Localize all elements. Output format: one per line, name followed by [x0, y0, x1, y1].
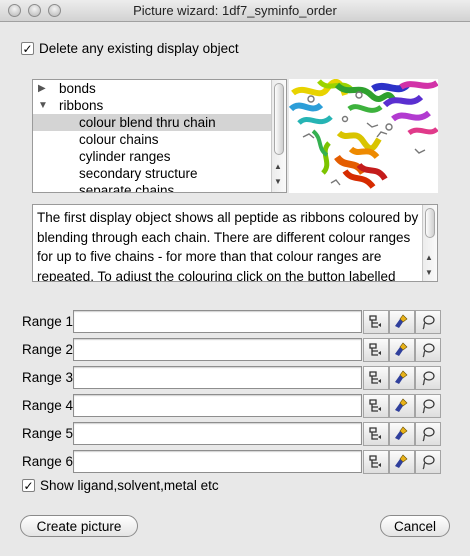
collapse-triangle-icon[interactable]: ▼ [38, 97, 48, 114]
show-ligand-row[interactable]: ✓ Show ligand,solvent,metal etc [22, 478, 219, 493]
range-label: Range 1 [22, 314, 74, 329]
scroll-up-icon[interactable]: ▲ [425, 253, 433, 262]
range-1-colour-button[interactable] [389, 310, 415, 334]
protein-ribbon-image [289, 79, 438, 189]
tree-item-colour-blend-thru-chain[interactable]: colour blend thru chain [33, 114, 272, 131]
show-ligand-label: Show ligand,solvent,metal etc [40, 478, 219, 493]
scroll-down-icon[interactable]: ▼ [274, 177, 282, 186]
range-2-selection-browser-button[interactable] [363, 338, 389, 362]
range-1-lasso-button[interactable] [415, 310, 441, 334]
description-scroll-thumb[interactable] [425, 208, 435, 238]
tree-scrollbar[interactable]: ▲ ▼ [271, 80, 286, 192]
paint-brush-icon [395, 342, 408, 356]
selection-browser-icon [369, 399, 381, 412]
range-label: Range 4 [22, 398, 74, 413]
tree-item-ribbons[interactable]: ▼ ribbons [33, 97, 272, 114]
tree-item-secondary-structure[interactable]: secondary structure [33, 165, 272, 182]
range-5-lasso-button[interactable] [415, 422, 441, 446]
paint-brush-icon [395, 426, 408, 440]
range-2-input[interactable] [73, 338, 362, 361]
delete-existing-label: Delete any existing display object [39, 41, 239, 56]
lasso-icon [422, 343, 435, 358]
range-5-colour-button[interactable] [389, 422, 415, 446]
range-4-selection-browser-button[interactable] [363, 394, 389, 418]
range-label: Range 6 [22, 454, 74, 469]
paint-brush-icon [395, 398, 408, 412]
tree-item-bonds[interactable]: ▶ bonds [33, 80, 272, 97]
paint-brush-icon [395, 370, 408, 384]
show-ligand-checkbox[interactable]: ✓ [22, 479, 35, 492]
description-text: The first display object shows all pepti… [37, 210, 419, 282]
delete-existing-checkbox[interactable]: ✓ [21, 42, 34, 55]
range-5-input[interactable] [73, 422, 362, 445]
range-1-selection-browser-button[interactable] [363, 310, 389, 334]
range-3-input[interactable] [73, 366, 362, 389]
range-2-lasso-button[interactable] [415, 338, 441, 362]
cancel-button[interactable]: Cancel [380, 515, 450, 537]
create-picture-button[interactable]: Create picture [20, 515, 138, 537]
window-title: Picture wizard: 1df7_syminfo_order [133, 3, 337, 18]
range-1-input[interactable] [73, 310, 362, 333]
lasso-icon [422, 427, 435, 442]
tree-scroll-thumb[interactable] [274, 83, 284, 155]
range-label: Range 2 [22, 342, 74, 357]
range-2-colour-button[interactable] [389, 338, 415, 362]
range-4-input[interactable] [73, 394, 362, 417]
range-5-selection-browser-button[interactable] [363, 422, 389, 446]
scroll-up-icon[interactable]: ▲ [274, 162, 282, 171]
delete-existing-row[interactable]: ✓ Delete any existing display object [21, 41, 239, 56]
tree-item-separate-chains[interactable]: separate chains [33, 182, 272, 192]
tree-item-cylinder-ranges[interactable]: cylinder ranges [33, 148, 272, 165]
range-3-selection-browser-button[interactable] [363, 366, 389, 390]
selection-browser-icon [369, 343, 381, 356]
range-3-colour-button[interactable] [389, 366, 415, 390]
scroll-down-icon[interactable]: ▼ [425, 268, 433, 277]
lasso-icon [422, 371, 435, 386]
preview-picture [289, 79, 438, 193]
lasso-icon [422, 315, 435, 330]
description-box[interactable]: The first display object shows all pepti… [32, 204, 438, 282]
tree-item-colour-chains[interactable]: colour chains [33, 131, 272, 148]
lasso-icon [422, 455, 435, 470]
range-label: Range 3 [22, 370, 74, 385]
display-style-tree[interactable]: ▶ bonds ▼ ribbons colour blend thru chai… [32, 79, 287, 193]
range-4-lasso-button[interactable] [415, 394, 441, 418]
selection-browser-icon [369, 315, 381, 328]
selection-browser-icon [369, 371, 381, 384]
selection-browser-icon [369, 427, 381, 440]
lasso-icon [422, 399, 435, 414]
range-4-colour-button[interactable] [389, 394, 415, 418]
range-6-colour-button[interactable] [389, 450, 415, 474]
range-6-selection-browser-button[interactable] [363, 450, 389, 474]
paint-brush-icon [395, 314, 408, 328]
selection-browser-icon [369, 455, 381, 468]
range-6-input[interactable] [73, 450, 362, 473]
range-label: Range 5 [22, 426, 74, 441]
range-6-lasso-button[interactable] [415, 450, 441, 474]
range-3-lasso-button[interactable] [415, 366, 441, 390]
description-scrollbar[interactable]: ▲ ▼ [422, 205, 437, 281]
paint-brush-icon [395, 454, 408, 468]
expand-triangle-icon[interactable]: ▶ [38, 80, 46, 97]
title-bar: Picture wizard: 1df7_syminfo_order [0, 0, 470, 22]
